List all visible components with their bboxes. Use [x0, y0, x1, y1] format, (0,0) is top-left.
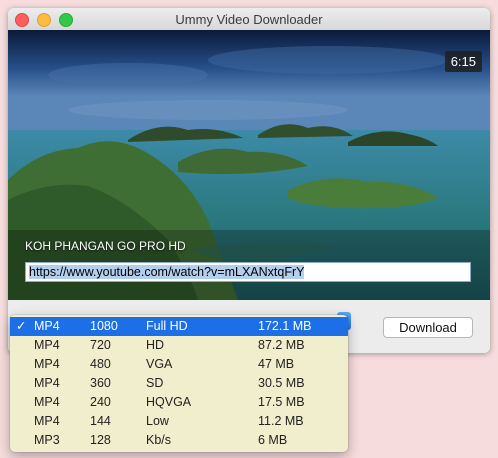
resolution-label: 128 [90, 433, 111, 447]
quality-label: VGA [146, 357, 173, 371]
size-label: 87.2 MB [258, 338, 305, 352]
resolution-label: 720 [90, 338, 111, 352]
url-input[interactable]: https://www.youtube.com/watch?v=mLXANxtq… [25, 262, 471, 282]
video-title: KOH PHANGAN GO PRO HD [25, 239, 186, 253]
size-label: 172.1 MB [258, 319, 312, 333]
quality-label: Full HD [146, 319, 188, 333]
landscape-image [8, 30, 490, 300]
video-thumbnail: 6:15 KOH PHANGAN GO PRO HD https://www.y… [8, 30, 490, 300]
format-option[interactable]: MP4 720 HD 87.2 MB [10, 336, 348, 355]
quality-label: HQVGA [146, 395, 192, 409]
format-option[interactable]: MP4 240 HQVGA 17.5 MB [10, 393, 348, 412]
format-label: MP4 [34, 357, 60, 371]
format-label: MP4 [34, 376, 60, 390]
format-option[interactable]: MP4 480 VGA 47 MB [10, 355, 348, 374]
resolution-label: 1080 [90, 319, 118, 333]
download-button[interactable]: Download [383, 317, 473, 338]
url-text: https://www.youtube.com/watch?v=mLXANxtq… [29, 265, 305, 279]
window-title: Ummy Video Downloader [175, 12, 323, 27]
resolution-label: 360 [90, 376, 111, 390]
size-label: 47 MB [258, 357, 295, 371]
duration-badge: 6:15 [444, 51, 482, 72]
size-label: 30.5 MB [258, 376, 305, 390]
format-dropdown-menu: ✓ MP4 1080 Full HD 172.1 MB MP4 720 HD 8… [10, 315, 348, 452]
format-label: MP4 [34, 319, 60, 333]
format-label: MP4 [34, 414, 60, 428]
quality-label: SD [146, 376, 164, 390]
format-option[interactable]: MP4 360 SD 30.5 MB [10, 374, 348, 393]
resolution-label: 480 [90, 357, 111, 371]
format-option[interactable]: ✓ MP4 1080 Full HD 172.1 MB [10, 317, 348, 336]
quality-label: Low [146, 414, 169, 428]
format-label: MP4 [34, 395, 60, 409]
title-bar: Ummy Video Downloader [8, 8, 490, 31]
quality-label: Kb/s [146, 433, 172, 447]
resolution-label: 240 [90, 395, 111, 409]
format-label: MP4 [34, 338, 60, 352]
quality-label: HD [146, 338, 165, 352]
resolution-label: 144 [90, 414, 111, 428]
size-label: 11.2 MB [258, 414, 304, 428]
app-window: Ummy Video Downloader 6:15 KOH PHANGAN G… [8, 8, 490, 353]
size-label: 17.5 MB [258, 395, 305, 409]
size-label: 6 MB [258, 433, 288, 447]
format-option[interactable]: MP4 144 Low 11.2 MB [10, 412, 348, 431]
checkmark-icon: ✓ [16, 319, 27, 333]
format-option[interactable]: MP3 128 Kb/s 6 MB [10, 431, 348, 450]
format-label: MP3 [34, 433, 60, 447]
